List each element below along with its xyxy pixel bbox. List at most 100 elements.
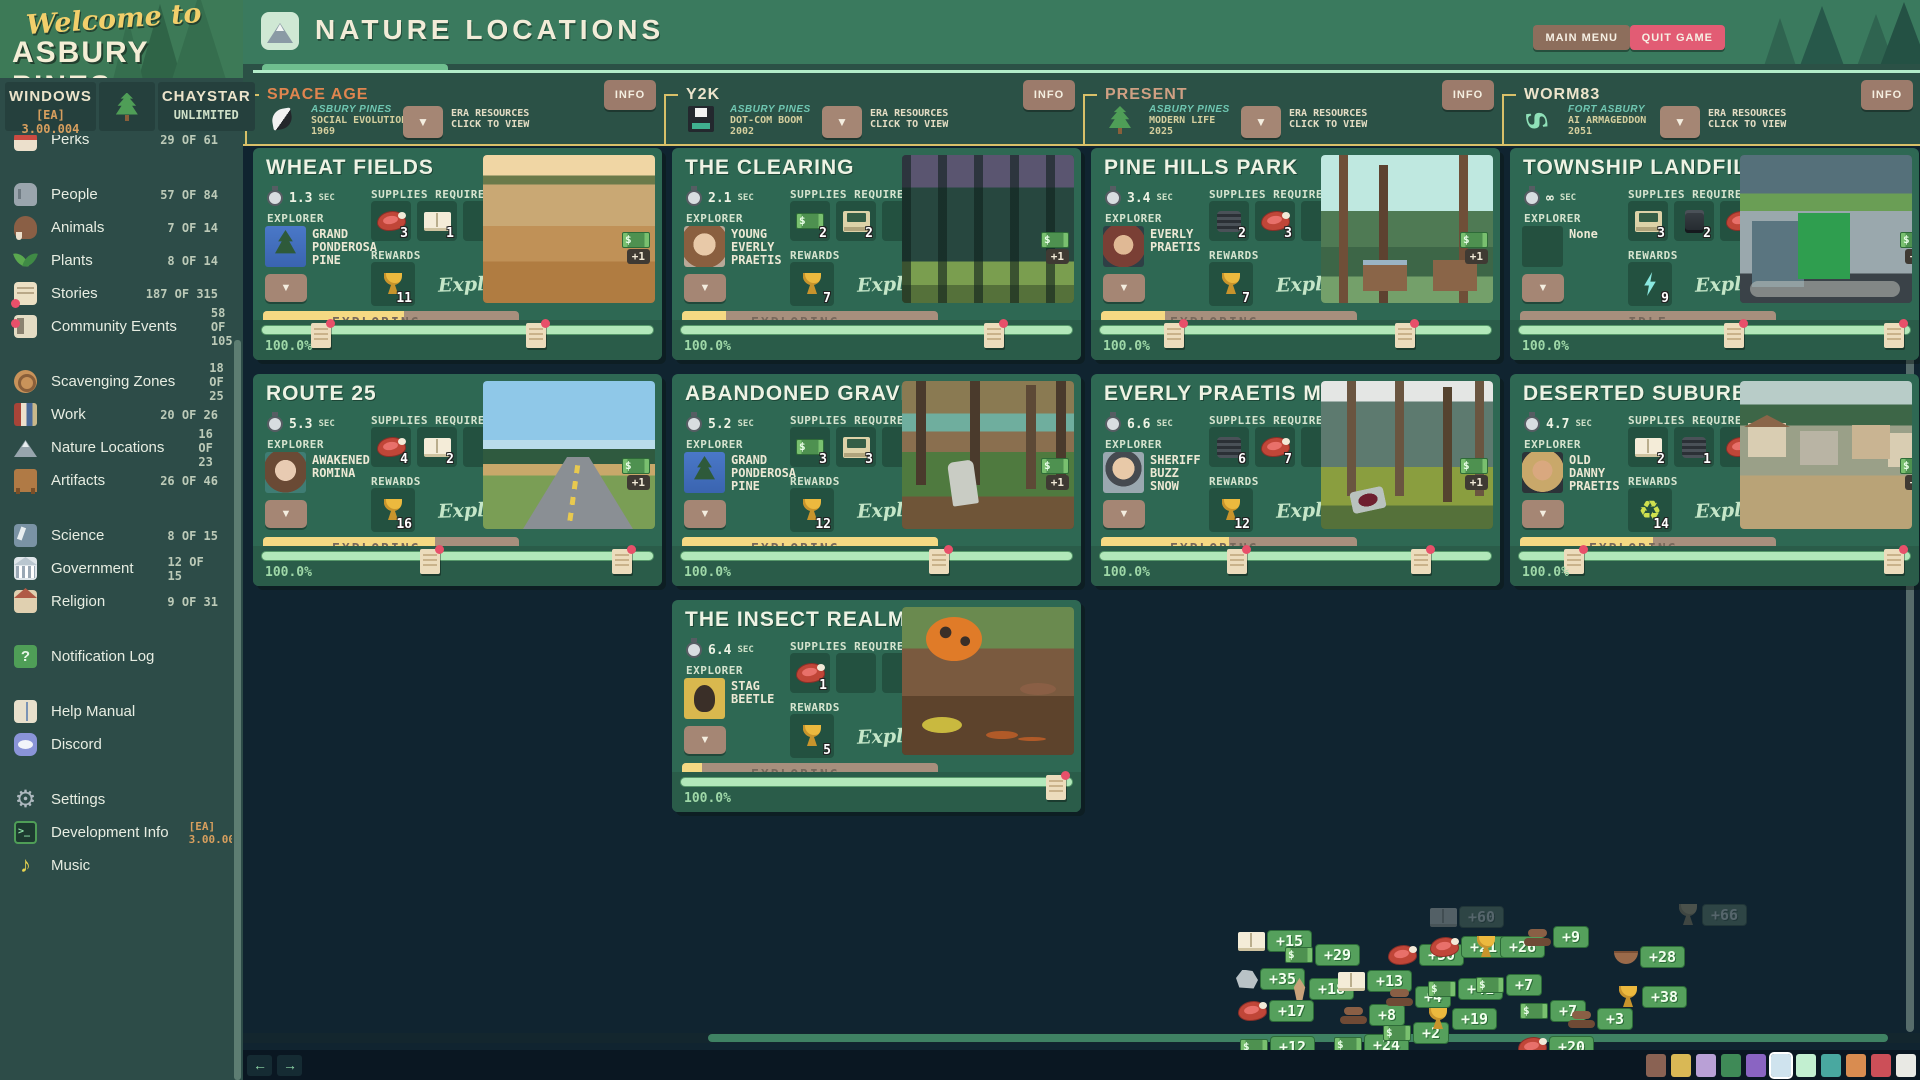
sidebar-item-community-events[interactable]: Community Events 58 OF 105 [0, 310, 232, 343]
sidebar-item-help-manual[interactable]: Help Manual [0, 695, 232, 728]
resource-gain-badge: +28 [1614, 946, 1685, 968]
era-resources-dropdown[interactable]: ▼ [1660, 106, 1700, 138]
explore-time: 3.4 SEC [1105, 190, 1173, 206]
era-resources-label[interactable]: ERA RESOURCES CLICK TO VIEW [1708, 108, 1786, 130]
stopwatch-icon [267, 190, 283, 206]
era-quick-tab-pres-1-[interactable] [1771, 1054, 1791, 1077]
era-quick-tab-y2k-y-[interactable] [1746, 1054, 1766, 1077]
event-note-icon[interactable] [1164, 323, 1184, 348]
location-image: +1 [1740, 155, 1912, 303]
explorer-dropdown[interactable]: ▼ [1522, 500, 1564, 528]
tree-icon [114, 93, 140, 121]
event-note-icon[interactable] [1046, 775, 1066, 800]
event-note-icon[interactable] [612, 549, 632, 574]
sidebar-item-science[interactable]: Science 8 OF 15 [0, 519, 232, 552]
location-image: +1 [1321, 155, 1493, 303]
era-resources-dropdown[interactable]: ▼ [1241, 106, 1281, 138]
back-arrow-button[interactable]: ← [247, 1055, 272, 1076]
era-title: Y2K [686, 86, 720, 104]
supply-slot: 2 [790, 201, 830, 241]
era-resources-label[interactable]: ERA RESOURCES CLICK TO VIEW [1289, 108, 1367, 130]
era-quick-tab-col-w-[interactable] [1646, 1054, 1666, 1077]
era-quick-tab-space-t-[interactable] [1721, 1054, 1741, 1077]
era-info-button[interactable]: INFO [1023, 80, 1075, 110]
sidebar-item-artifacts[interactable]: Artifacts 26 OF 46 [0, 464, 232, 497]
sidebar-item-scavenging-zones[interactable]: Scavenging Zones 18 OF 25 [0, 365, 232, 398]
explorer-dropdown[interactable]: ▼ [1103, 500, 1145, 528]
progress-bar [1518, 551, 1911, 561]
sidebar-item-stories[interactable]: Stories 187 OF 315 [0, 277, 232, 310]
sidebar-item-development-info[interactable]: Development Info [EA] 3.00.004 [0, 816, 232, 849]
science-icon [14, 524, 37, 547]
sidebar-item-animals[interactable]: Animals 7 OF 14 [0, 211, 232, 244]
money-icon [1383, 1025, 1411, 1041]
era-title: WORM83 [1524, 86, 1600, 104]
explorer-dropdown[interactable]: ▼ [684, 274, 726, 302]
progress-percent: 100.0% [265, 565, 312, 580]
event-note-icon[interactable] [1884, 549, 1904, 574]
rewards-label: REWARDS [790, 475, 840, 488]
stone-icon [1236, 970, 1258, 989]
era-quick-tab-2-ren-6-[interactable] [1896, 1054, 1916, 1077]
event-note-icon[interactable] [420, 549, 440, 574]
era-info-button[interactable]: INFO [1861, 80, 1913, 110]
forward-arrow-button[interactable]: → [277, 1055, 302, 1076]
era-quick-tab-w-83-2-[interactable] [1796, 1054, 1816, 1077]
reward-slot: 12 [790, 488, 834, 532]
sidebar-item-work[interactable]: Work 20 OF 26 [0, 398, 232, 431]
sidebar-item-plants[interactable]: Plants 8 OF 14 [0, 244, 232, 277]
sidebar-item-people[interactable]: People 57 OF 84 [0, 178, 232, 211]
era-quick-tab-jazz-r-[interactable] [1696, 1054, 1716, 1077]
rewards-label: REWARDS [1628, 249, 1678, 262]
sidebar-section-header [0, 343, 232, 365]
sidebar-item-nature-locations[interactable]: Nature Locations 16 OF 23 [0, 431, 232, 464]
era-info-button[interactable]: INFO [1442, 80, 1494, 110]
event-note-icon[interactable] [929, 549, 949, 574]
main-menu-button[interactable]: MAIN MENU [1533, 25, 1630, 50]
event-note-icon[interactable] [1724, 323, 1744, 348]
era-info-button[interactable]: INFO [604, 80, 656, 110]
explorer-portrait [1103, 452, 1144, 493]
sidebar-item-government[interactable]: Government 12 OF 15 [0, 552, 232, 585]
event-note-icon[interactable] [1227, 549, 1247, 574]
explorer-dropdown[interactable]: ▼ [265, 500, 307, 528]
sidebar-item-notification-log[interactable]: Notification Log [0, 640, 232, 673]
event-note-icon[interactable] [984, 323, 1004, 348]
explorer-dropdown[interactable]: ▼ [1522, 274, 1564, 302]
sidebar-item-discord[interactable]: Discord [0, 728, 232, 761]
era-resources-label[interactable]: ERA RESOURCES CLICK TO VIEW [870, 108, 948, 130]
era-quick-tab-l-dep-e-[interactable] [1671, 1054, 1691, 1077]
money-icon [1520, 1003, 1548, 1019]
era-resources-dropdown[interactable]: ▼ [822, 106, 862, 138]
route-scene [483, 381, 655, 529]
era-resources-dropdown[interactable]: ▼ [403, 106, 443, 138]
avatar [1103, 452, 1144, 493]
era-quick-tab-snail-4-[interactable] [1846, 1054, 1866, 1077]
era-quick-tab-dust-5-[interactable] [1871, 1054, 1891, 1077]
system-info-row: WINDOWS [EA] 3.00.004 CHAYSTAR UNLIMITED [0, 78, 243, 135]
money-reward-badge: +1 [622, 458, 650, 490]
explorer-dropdown[interactable]: ▼ [684, 500, 726, 528]
event-note-icon[interactable] [1884, 323, 1904, 348]
rewards-label: REWARDS [371, 475, 421, 488]
event-note-icon[interactable] [1395, 323, 1415, 348]
era-quick-tab-tides-3-[interactable] [1821, 1054, 1841, 1077]
era-resources-label[interactable]: ERA RESOURCES CLICK TO VIEW [451, 108, 529, 130]
sidebar-scrollbar[interactable] [234, 340, 241, 1080]
explorer-dropdown[interactable]: ▼ [265, 274, 307, 302]
event-note-icon[interactable] [311, 323, 331, 348]
explorer-portrait [1522, 226, 1563, 267]
quit-game-button[interactable]: QUIT GAME [1630, 25, 1725, 50]
explorer-label: EXPLORER [686, 212, 743, 225]
event-note-icon[interactable] [1411, 549, 1431, 574]
sidebar-item-religion[interactable]: Religion 9 OF 31 [0, 585, 232, 618]
murder-scene [1321, 381, 1493, 529]
sidebar-item-settings[interactable]: Settings [0, 783, 232, 816]
event-note-icon[interactable] [526, 323, 546, 348]
location-image: +1 [1321, 381, 1493, 529]
avatar [1522, 452, 1563, 493]
explorer-dropdown[interactable]: ▼ [684, 726, 726, 754]
explorer-dropdown[interactable]: ▼ [1103, 274, 1145, 302]
sidebar-item-perks[interactable]: Perks 29 OF 61 [0, 135, 232, 156]
sidebar-item-music[interactable]: Music [0, 849, 232, 882]
